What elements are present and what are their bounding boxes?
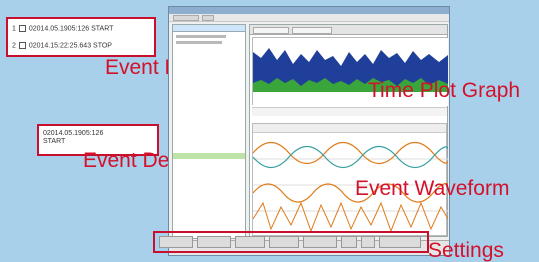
setting-button[interactable]	[303, 236, 337, 248]
event-index: 2	[12, 42, 16, 50]
event-details-line2: START	[43, 138, 66, 145]
event-list-row[interactable]: 1 02014.05.1905:126 START	[12, 25, 113, 32]
waveform-line	[253, 201, 448, 233]
setting-button[interactable]	[341, 236, 357, 248]
event-index: 1	[12, 25, 16, 33]
setting-button[interactable]	[197, 236, 231, 248]
event-list-panel	[172, 24, 246, 239]
menu-bar	[169, 14, 449, 22]
waveform-toolbar	[253, 124, 446, 133]
graph-panel	[249, 24, 448, 237]
event-details-line1: 02014.05.1905:126	[43, 130, 104, 137]
setting-button[interactable]	[269, 236, 299, 248]
checkbox-icon[interactable]	[18, 25, 26, 32]
setting-button[interactable]	[361, 236, 375, 248]
time-axis	[252, 107, 447, 116]
tab[interactable]	[292, 27, 332, 34]
list-item[interactable]	[176, 41, 222, 44]
event-waveform-label: Event Waveform	[355, 177, 510, 200]
tab[interactable]	[253, 27, 289, 34]
title-bar	[169, 7, 449, 14]
setting-button[interactable]	[159, 236, 193, 248]
event-list-header	[173, 25, 245, 32]
event-list-row[interactable]: 2 02014.15:22:25.643 STOP	[12, 42, 112, 49]
waveform-line	[253, 145, 448, 169]
checkbox-icon[interactable]	[18, 42, 26, 49]
selected-list-item[interactable]	[173, 153, 245, 159]
setting-button[interactable]	[379, 236, 421, 248]
event-text: 02014.15:22:25.643 STOP	[28, 42, 112, 50]
menu-button[interactable]	[173, 15, 199, 21]
settings-callout	[153, 231, 429, 253]
event-text: 02014.05.1905:126 START	[28, 25, 114, 33]
time-plot-label: Time Plot Graph	[368, 79, 521, 102]
app-window	[168, 6, 450, 256]
settings-label: Settings	[428, 239, 504, 262]
waveform-line	[253, 141, 448, 165]
menu-button[interactable]	[202, 15, 214, 21]
list-item[interactable]	[176, 35, 226, 38]
graph-tabs	[250, 25, 447, 35]
event-list-callout: 1 02014.05.1905:126 START 2 02014.15:22:…	[6, 17, 156, 57]
setting-button[interactable]	[235, 236, 265, 248]
